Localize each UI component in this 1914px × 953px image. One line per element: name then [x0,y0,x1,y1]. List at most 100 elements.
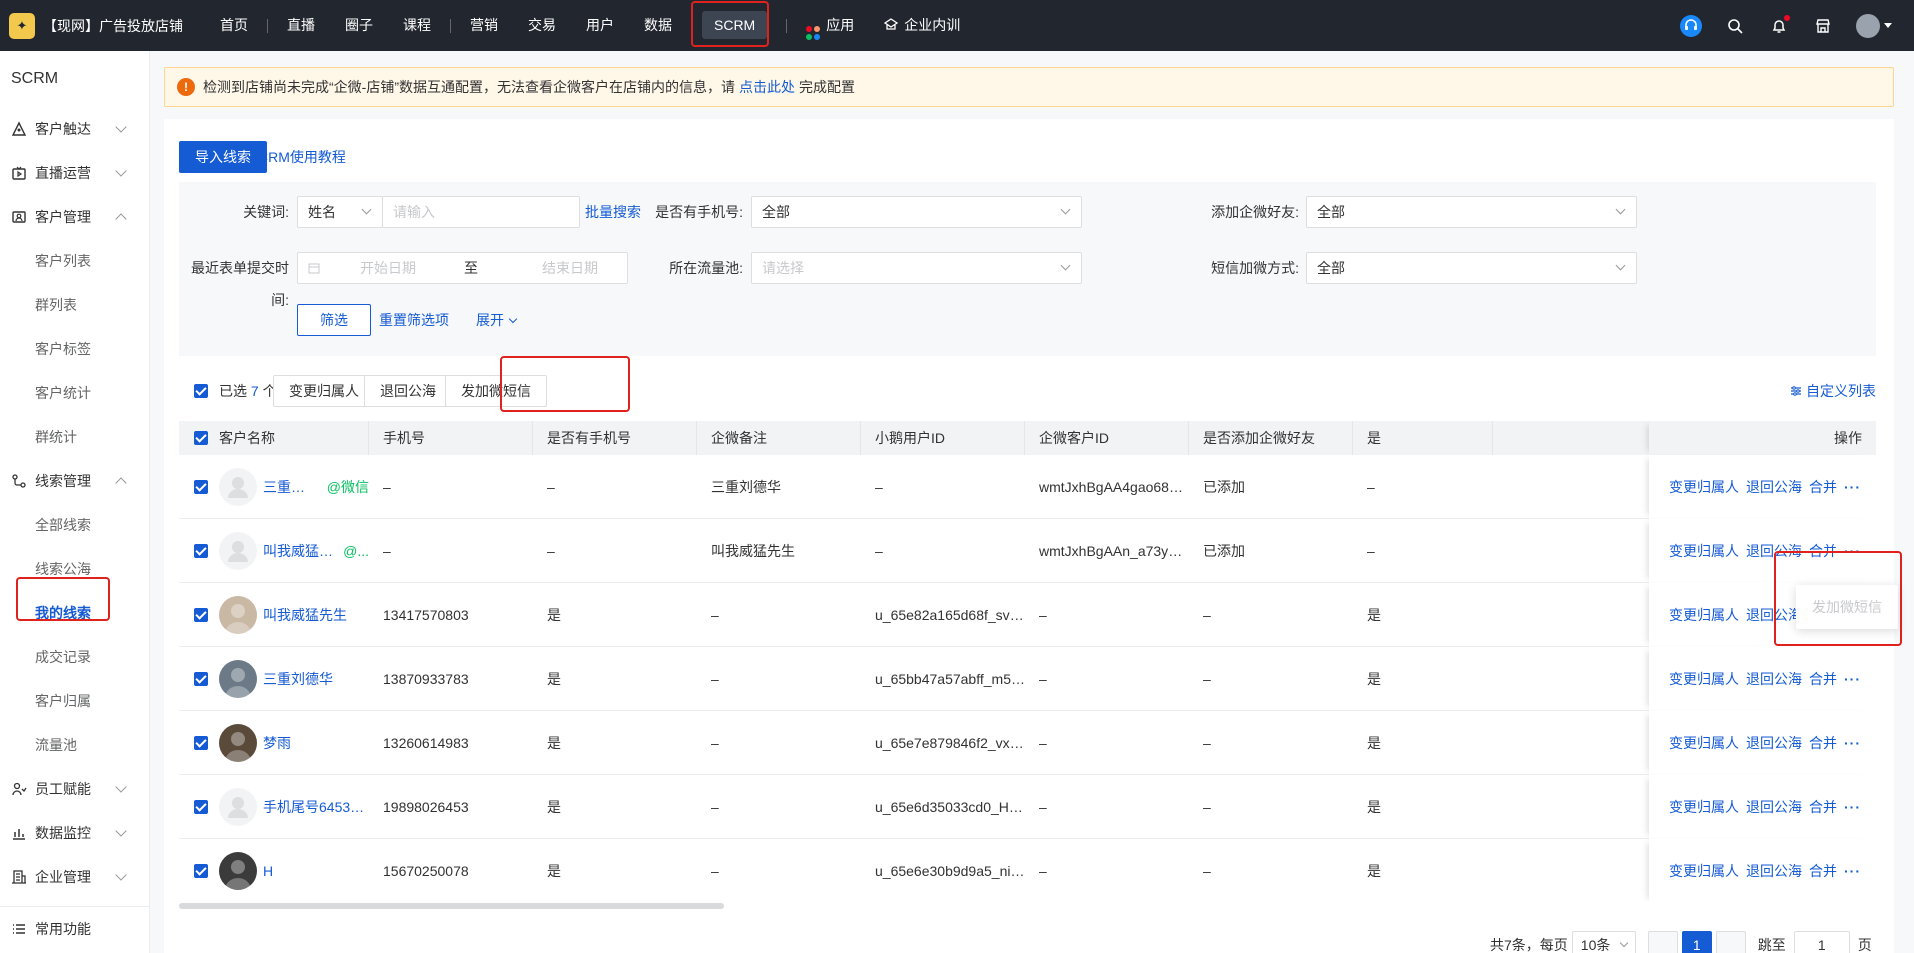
change-owner-link[interactable]: 变更归属人 [1669,861,1739,881]
change-owner-link[interactable]: 变更归属人 [1669,477,1739,497]
user-avatar[interactable] [1856,13,1880,38]
merge-link[interactable]: 合并 [1809,861,1837,881]
shop-logo-icon[interactable]: ✦ [9,12,35,39]
customer-name-link[interactable]: 叫我威猛先生 [263,519,335,583]
return-pool-button[interactable]: 退回公海 [364,375,452,407]
sidebar-group-staff[interactable]: 员工赋能 [0,767,149,811]
nav-apps[interactable]: 应用 [791,0,869,51]
has-phone-select[interactable]: 全部 [751,196,1082,228]
horizontal-scrollbar[interactable] [179,903,724,909]
nav-home[interactable]: 首页 [205,0,263,51]
page-size-select[interactable]: 10条 [1571,931,1636,953]
change-owner-link[interactable]: 变更归属人 [1669,541,1739,561]
nav-marketing[interactable]: 营销 [455,0,513,51]
select-all-checkbox[interactable] [194,384,208,398]
change-owner-link[interactable]: 变更归属人 [1669,669,1739,689]
search-icon[interactable] [1724,15,1746,37]
sidebar-item-my-leads[interactable]: 我的线索 [0,591,149,635]
sidebar-item-group-list[interactable]: 群列表 [0,283,149,327]
bell-icon[interactable] [1768,14,1790,37]
prev-page-button[interactable] [1647,931,1678,953]
customer-name-link[interactable]: 梦雨 [263,711,291,775]
nav-trade[interactable]: 交易 [513,0,571,51]
reset-filters-link[interactable]: 重置筛选项 [379,304,449,336]
sidebar-item-customer-tags[interactable]: 客户标签 [0,327,149,371]
more-actions-icon[interactable]: ··· [1844,543,1861,559]
merge-link[interactable]: 合并 [1809,541,1837,561]
nav-user[interactable]: 用户 [571,0,629,51]
change-owner-link[interactable]: 变更归属人 [1669,797,1739,817]
nav-training[interactable]: 企业内训 [869,0,975,51]
filter-button[interactable]: 筛选 [297,304,371,336]
return-pool-link[interactable]: 退回公海 [1746,541,1802,561]
custom-columns-link[interactable]: 自定义列表 [1790,367,1876,415]
expand-filters-link[interactable]: 展开 [476,304,518,336]
crm-tutorial-link[interactable]: CRM使用教程 [258,141,346,173]
date-range-picker[interactable]: 开始日期 至 结束日期 [297,252,628,284]
customer-name-link[interactable]: 叫我威猛先生 [263,583,347,647]
more-actions-icon[interactable]: ··· [1844,671,1861,687]
return-pool-link[interactable]: 退回公海 [1746,669,1802,689]
support-icon[interactable] [1680,14,1702,37]
jump-page-input[interactable]: 1 [1793,931,1850,953]
sidebar-group-live[interactable]: 直播运营 [0,151,149,195]
table-row[interactable]: 三重刘德华 13870933783 是 – u_65bb47a57abff_m5V...… [179,647,1876,711]
popover-send-sms[interactable]: 发加微短信 [1812,599,1882,615]
nav-course[interactable]: 课程 [388,0,446,51]
sidebar-group-common[interactable]: 常用功能 [0,906,149,950]
table-row[interactable]: 梦雨 13260614983 是 – u_65e7e879846f2_vxb... – – 是… [179,711,1876,775]
customer-name-link[interactable]: 三重刘德华 [263,455,319,519]
nav-live[interactable]: 直播 [272,0,330,51]
sidebar-group-touch[interactable]: 客户触达 [0,107,149,151]
sidebar-item-group-stats[interactable]: 群统计 [0,415,149,459]
more-actions-icon[interactable]: ··· [1844,863,1861,879]
table-row[interactable]: 三重刘德华@微信––三重刘德华–wmtJxhBgAA4gao68m...已添加–… [179,455,1876,519]
wecom-friend-select[interactable]: 全部 [1306,196,1637,228]
nav-circle[interactable]: 圈子 [330,0,388,51]
keyword-input[interactable]: 请输入 [382,196,580,228]
merge-link[interactable]: 合并 [1809,669,1837,689]
shop-name[interactable]: 【现网】广告投放店铺 [43,16,183,36]
page-number[interactable]: 1 [1681,931,1712,953]
chevron-down-icon[interactable] [1884,23,1892,28]
sidebar-item-all-leads[interactable]: 全部线索 [0,503,149,547]
notice-link[interactable]: 点击此处 [739,77,795,97]
store-icon[interactable] [1812,15,1834,37]
more-actions-icon[interactable]: ··· [1844,735,1861,751]
return-pool-link[interactable]: 退回公海 [1746,861,1802,881]
customer-name-link[interactable]: 手机尾号6453用户 [263,775,369,839]
change-owner-link[interactable]: 变更归属人 [1669,605,1739,625]
sidebar-group-customer[interactable]: 客户管理 [0,195,149,239]
keyword-type-select[interactable]: 姓名 [297,196,383,228]
change-owner-link[interactable]: 变更归属人 [1669,733,1739,753]
sidebar-item-ownership[interactable]: 客户归属 [0,679,149,723]
nav-scrm[interactable]: SCRM [687,0,782,51]
merge-link[interactable]: 合并 [1809,733,1837,753]
sidebar-item-deals[interactable]: 成交记录 [0,635,149,679]
sidebar-item-customer-list[interactable]: 客户列表 [0,239,149,283]
table-row[interactable]: 叫我威猛先生 13417570803 是 – u_65e82a165d68f_sv1U.… [179,583,1876,647]
return-pool-link[interactable]: 退回公海 [1746,477,1802,497]
nav-data[interactable]: 数据 [629,0,687,51]
table-row[interactable]: 叫我威猛先生@...––叫我威猛先生–wmtJxhBgAAn_a73yR1x..… [179,519,1876,583]
table-row[interactable]: H 15670250078 是 – u_65e6e30b9d9a5_niA... – – 是变… [179,839,1876,901]
merge-link[interactable]: 合并 [1809,477,1837,497]
more-actions-icon[interactable]: ··· [1844,799,1861,815]
sidebar-group-enterprise[interactable]: 企业管理 [0,855,149,899]
merge-link[interactable]: 合并 [1809,797,1837,817]
customer-name-link[interactable]: 三重刘德华 [263,647,333,711]
return-pool-link[interactable]: 退回公海 [1746,605,1802,625]
return-pool-link[interactable]: 退回公海 [1746,733,1802,753]
next-page-button[interactable] [1715,931,1746,953]
more-actions-icon[interactable]: ··· [1844,479,1861,495]
sidebar-group-monitor[interactable]: 数据监控 [0,811,149,855]
sidebar-item-customer-stats[interactable]: 客户统计 [0,371,149,415]
change-owner-button[interactable]: 变更归属人 [273,375,375,407]
return-pool-link[interactable]: 退回公海 [1746,797,1802,817]
table-row[interactable]: 手机尾号6453用户 19898026453 是 – u_65e6d35033cd0_H… [179,775,1876,839]
sidebar-group-leads[interactable]: 线索管理 [0,459,149,503]
send-sms-button[interactable]: 发加微短信 [445,375,547,407]
sms-method-select[interactable]: 全部 [1306,252,1637,284]
import-leads-button[interactable]: 导入线索 [179,141,267,173]
pool-select[interactable]: 请选择 [751,252,1082,284]
